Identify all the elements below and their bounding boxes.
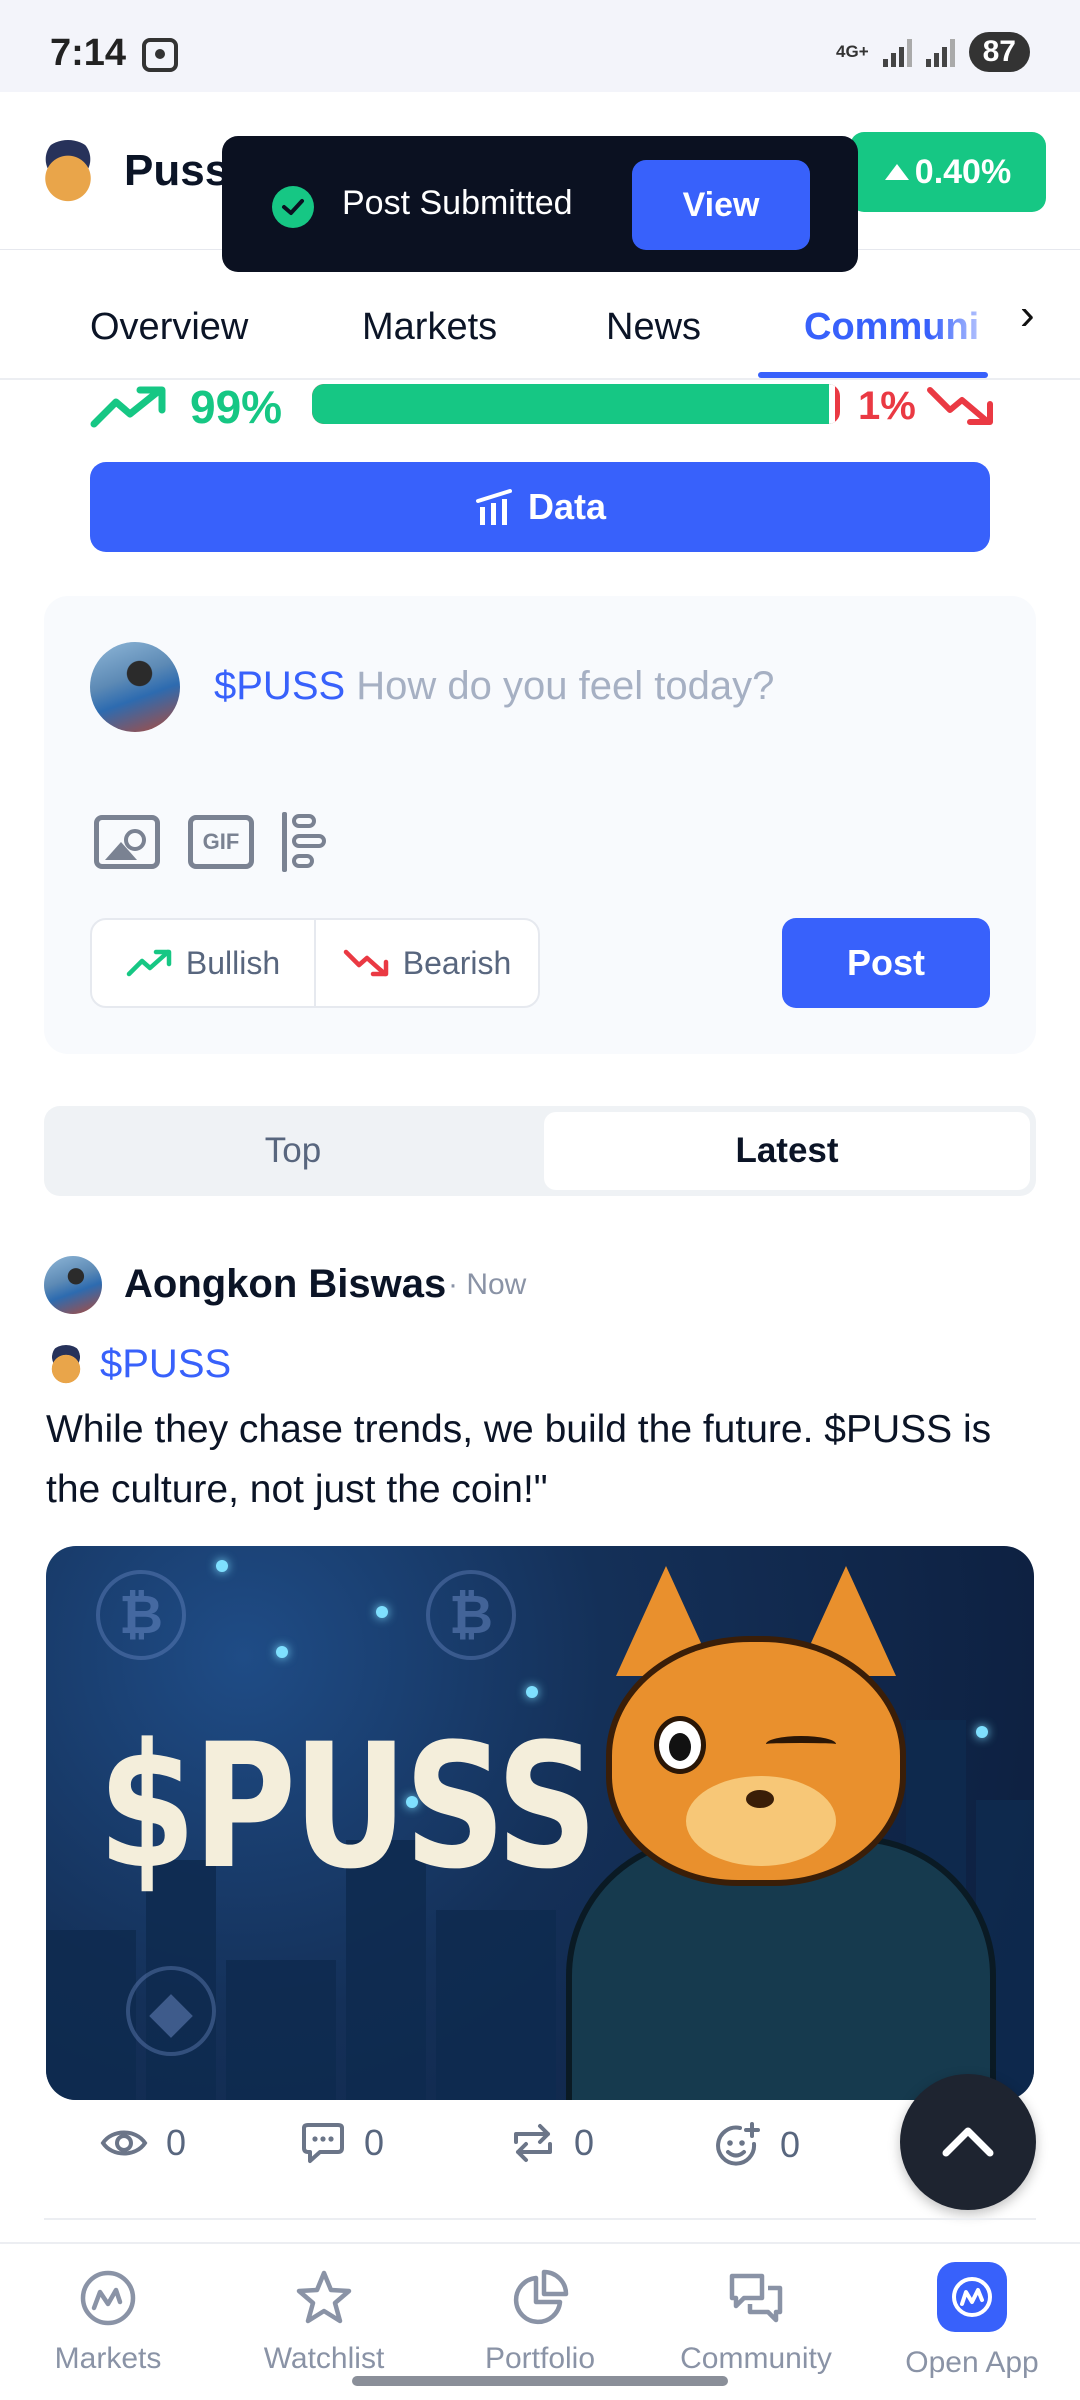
nav-label-community: Community (680, 2342, 832, 2375)
gif-icon[interactable]: GIF (188, 815, 254, 869)
status-time: 7:14 (50, 32, 127, 74)
signal-icon (882, 37, 912, 67)
network-type: 4G+ (836, 42, 869, 61)
chat-bubbles-icon (729, 2273, 783, 2323)
data-button[interactable]: Data (90, 462, 990, 552)
bullish-button[interactable]: Bullish (92, 920, 314, 1006)
nav-portfolio[interactable]: Portfolio (440, 2268, 640, 2376)
bullish-label: Bullish (185, 944, 281, 981)
nav-label-portfolio: Portfolio (484, 2342, 596, 2375)
nav-community[interactable]: Community (656, 2268, 856, 2376)
nav-open-app[interactable]: Open App (872, 2262, 1072, 2380)
bullish-bar-fill (312, 384, 835, 424)
arrow-up-icon (884, 164, 909, 180)
composer-placeholder: How do you feel today? (356, 664, 775, 708)
post-ticker: $PUSS (100, 1342, 232, 1386)
post-image[interactable]: ₿ ₿ ◆ $PUSS (46, 1546, 1034, 2100)
bearish-percent: 1% (858, 384, 916, 428)
scroll-to-top-button[interactable] (900, 2074, 1036, 2210)
post-author-avatar[interactable] (44, 1256, 102, 1314)
bullish-percent: 99% (190, 381, 283, 433)
pie-chart-icon (513, 2269, 569, 2325)
view-post-button[interactable]: View (632, 160, 810, 250)
tab-latest[interactable]: Latest (544, 1112, 1030, 1190)
feed-toggle: Top Latest (44, 1106, 1036, 1196)
tabs-fade (930, 290, 1030, 370)
composer-ticker: $PUSS (214, 664, 346, 708)
bearish-button[interactable]: Bearish (314, 920, 538, 1006)
sentiment-bar (312, 384, 840, 424)
views-stat: 0 (100, 2122, 186, 2164)
post-stats: 0 0 0 0 (100, 2122, 900, 2182)
reactions-count: 0 (780, 2124, 801, 2165)
tab-top[interactable]: Top (50, 1112, 536, 1190)
price-change-value: 0.40% (914, 152, 1012, 191)
bearish-label: Bearish (402, 944, 512, 981)
trend-up-icon (126, 949, 172, 977)
comment-icon (302, 2123, 344, 2163)
trend-down-icon (343, 949, 388, 977)
trend-up-icon (90, 386, 166, 428)
toast-message: Post Submitted (342, 184, 573, 222)
comments-count: 0 (364, 2122, 385, 2163)
battery-indicator: 87 (968, 32, 1030, 72)
nav-label-watchlist: Watchlist (263, 2342, 385, 2375)
post-composer: $PUSS How do you feel today? GIF Bullish… (44, 596, 1036, 1054)
post-submitted-toast: Post Submitted View (222, 136, 858, 272)
repost-icon (514, 2124, 552, 2162)
check-circle-icon (272, 186, 314, 228)
nav-label-open-app: Open App (905, 2346, 1039, 2379)
post-image-text: $PUSS (98, 1706, 598, 1907)
comments-stat[interactable]: 0 (300, 2122, 384, 2164)
nav-label-markets: Markets (54, 2342, 162, 2375)
home-indicator[interactable] (352, 2376, 728, 2386)
status-bar: 7:14 4G+ 87 (0, 0, 1080, 92)
divider (44, 2218, 1036, 2220)
status-indicators: 4G+ 87 (836, 32, 1030, 72)
composer-tools: GIF (94, 812, 330, 872)
app-logo-icon (937, 2262, 1007, 2332)
image-icon[interactable] (94, 815, 160, 869)
screenshot-icon (142, 38, 178, 72)
star-icon (296, 2270, 352, 2324)
post-body: While they chase trends, we build the fu… (46, 1408, 992, 1511)
post-button[interactable]: Post (782, 918, 990, 1008)
bar-chart-icon (475, 489, 512, 525)
user-avatar (90, 642, 180, 732)
composer-input[interactable]: $PUSS How do you feel today? (214, 664, 774, 709)
trend-down-icon (927, 387, 993, 425)
post-author-name[interactable]: Aongkon Biswas (124, 1262, 446, 1307)
reactions-stat[interactable]: 0 (714, 2122, 800, 2168)
post-ticker-tag[interactable]: $PUSS (46, 1342, 231, 1387)
chevron-up-icon (942, 2127, 994, 2157)
coin-logo-small (46, 1344, 86, 1385)
coin-logo (36, 140, 100, 204)
reposts-count: 0 (574, 2122, 595, 2163)
views-count: 0 (166, 2122, 187, 2163)
markets-icon (80, 2270, 136, 2326)
post-timestamp: · Now (448, 1268, 527, 1301)
nav-watchlist[interactable]: Watchlist (224, 2268, 424, 2376)
tab-markets[interactable]: Markets (362, 306, 497, 349)
data-button-label: Data (527, 486, 607, 527)
signal-icon-2 (925, 37, 955, 67)
sentiment-meter: 99% 1% (90, 378, 1000, 434)
eye-icon (100, 2130, 148, 2156)
nav-markets[interactable]: Markets (8, 2268, 208, 2376)
tab-news[interactable]: News (606, 306, 701, 349)
reposts-stat[interactable]: 0 (510, 2122, 594, 2164)
add-reaction-icon (716, 2122, 760, 2166)
price-change-badge: 0.40% (850, 132, 1046, 212)
chevron-right-icon[interactable]: › (1020, 290, 1035, 340)
sentiment-toggle: Bullish Bearish (90, 918, 540, 1008)
tab-overview[interactable]: Overview (90, 306, 248, 349)
coin-name: Puss (124, 146, 230, 195)
poll-icon[interactable] (282, 812, 330, 872)
